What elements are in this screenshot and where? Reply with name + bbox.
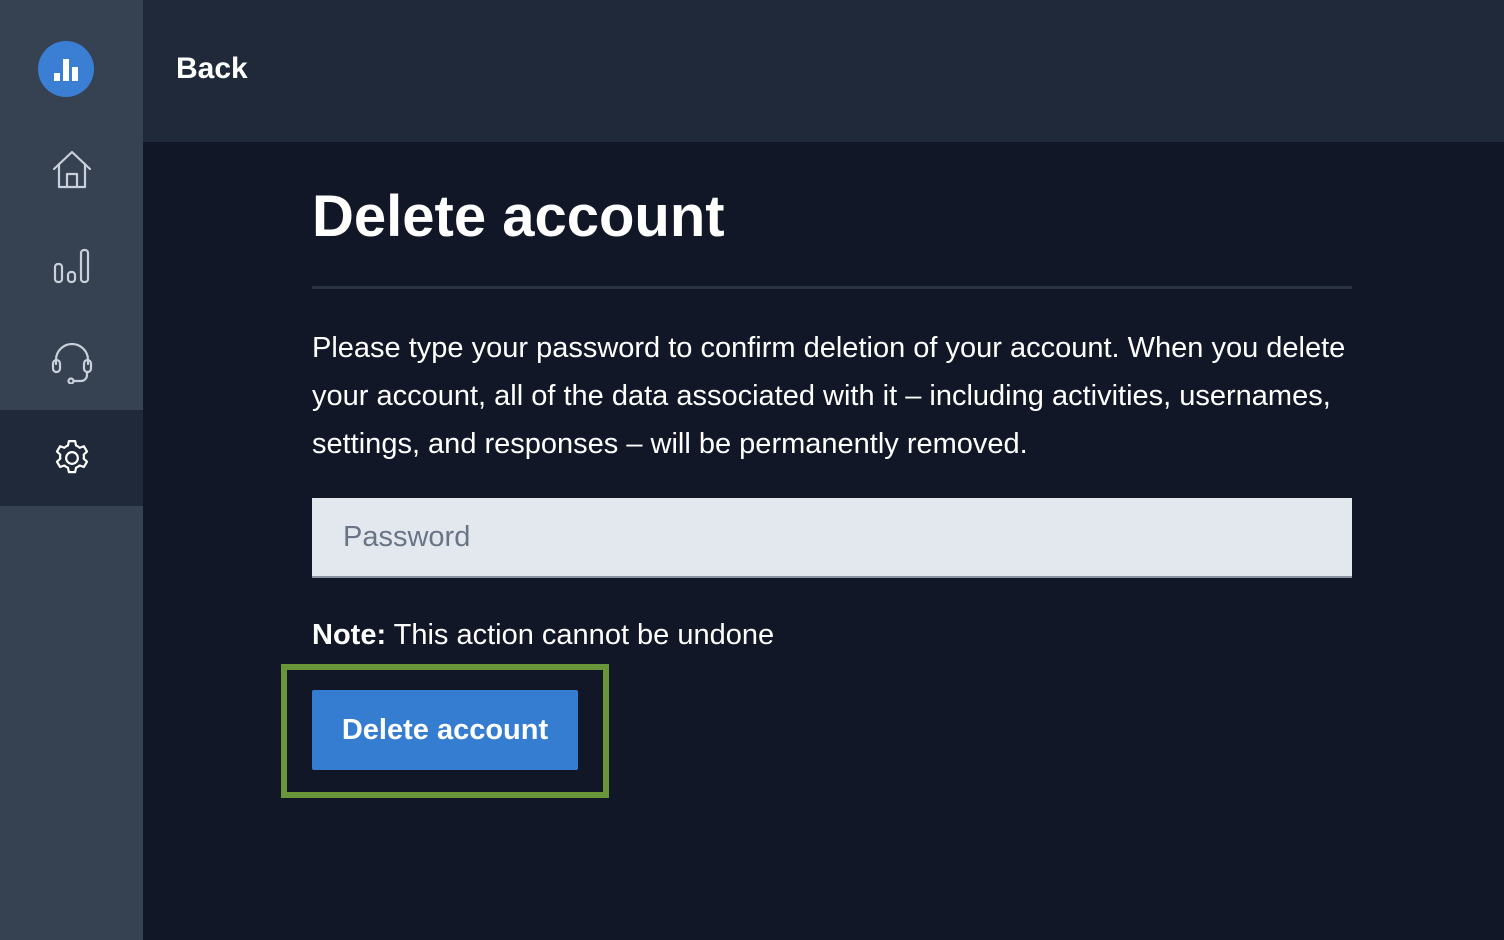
top-bar: Back [143,0,1504,142]
back-link[interactable]: Back [176,50,248,88]
sidebar-item-stats[interactable] [0,218,143,314]
password-input[interactable] [312,498,1352,578]
sidebar-item-settings[interactable] [0,410,143,506]
sidebar-item-support[interactable] [0,314,143,410]
app-logo[interactable] [38,41,94,97]
app-window: Back Delete account Please type your pas… [0,0,1504,940]
warning-note: Note: This action cannot be undone [312,616,774,654]
bar-chart-logo-icon [54,59,78,81]
main-content: Delete account Please type your password… [143,142,1504,940]
delete-account-button[interactable]: Delete account [312,690,578,770]
page-title: Delete account [312,184,725,249]
home-icon [52,150,91,189]
note-label: Note: [312,619,387,651]
title-divider [312,286,1352,289]
sidebar-item-home[interactable] [0,122,143,218]
gear-icon [55,440,88,474]
headset-icon [51,342,92,384]
bar-chart-icon [53,248,89,284]
note-text: This action cannot be undone [386,619,775,651]
delete-description: Please type your password to confirm del… [312,332,1346,460]
sidebar [0,0,143,940]
